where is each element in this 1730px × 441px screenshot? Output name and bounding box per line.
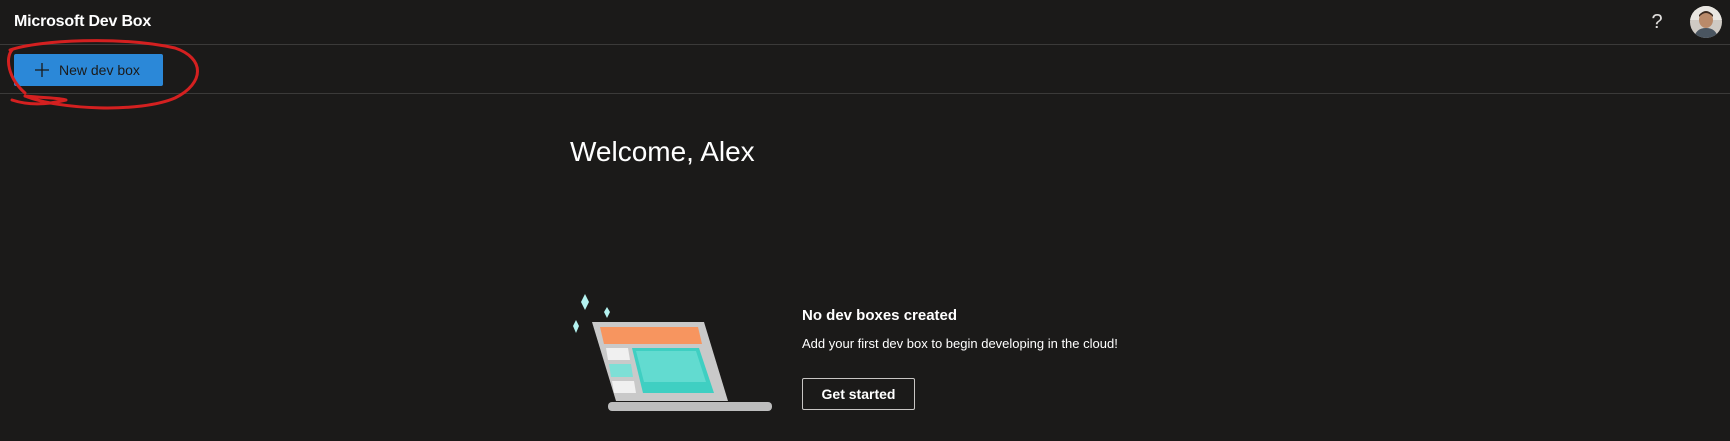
help-button[interactable]: ?: [1645, 9, 1669, 35]
new-dev-box-button[interactable]: New dev box: [14, 54, 163, 86]
avatar-image: [1690, 6, 1722, 38]
laptop-illustration: [573, 294, 772, 411]
app-title: Microsoft Dev Box: [14, 13, 152, 30]
empty-state-title: No dev boxes created: [802, 307, 958, 324]
welcome-heading: Welcome, Alex: [570, 136, 755, 167]
user-avatar[interactable]: [1690, 6, 1722, 38]
plus-icon: [35, 63, 49, 77]
get-started-button[interactable]: Get started: [802, 378, 915, 410]
new-dev-box-label: New dev box: [59, 62, 140, 78]
empty-state-description: Add your first dev box to begin developi…: [802, 336, 1118, 351]
command-bar: New dev box: [0, 45, 1730, 94]
top-bar: Microsoft Dev Box ?: [0, 0, 1730, 45]
question-mark-icon: ?: [1651, 10, 1663, 33]
